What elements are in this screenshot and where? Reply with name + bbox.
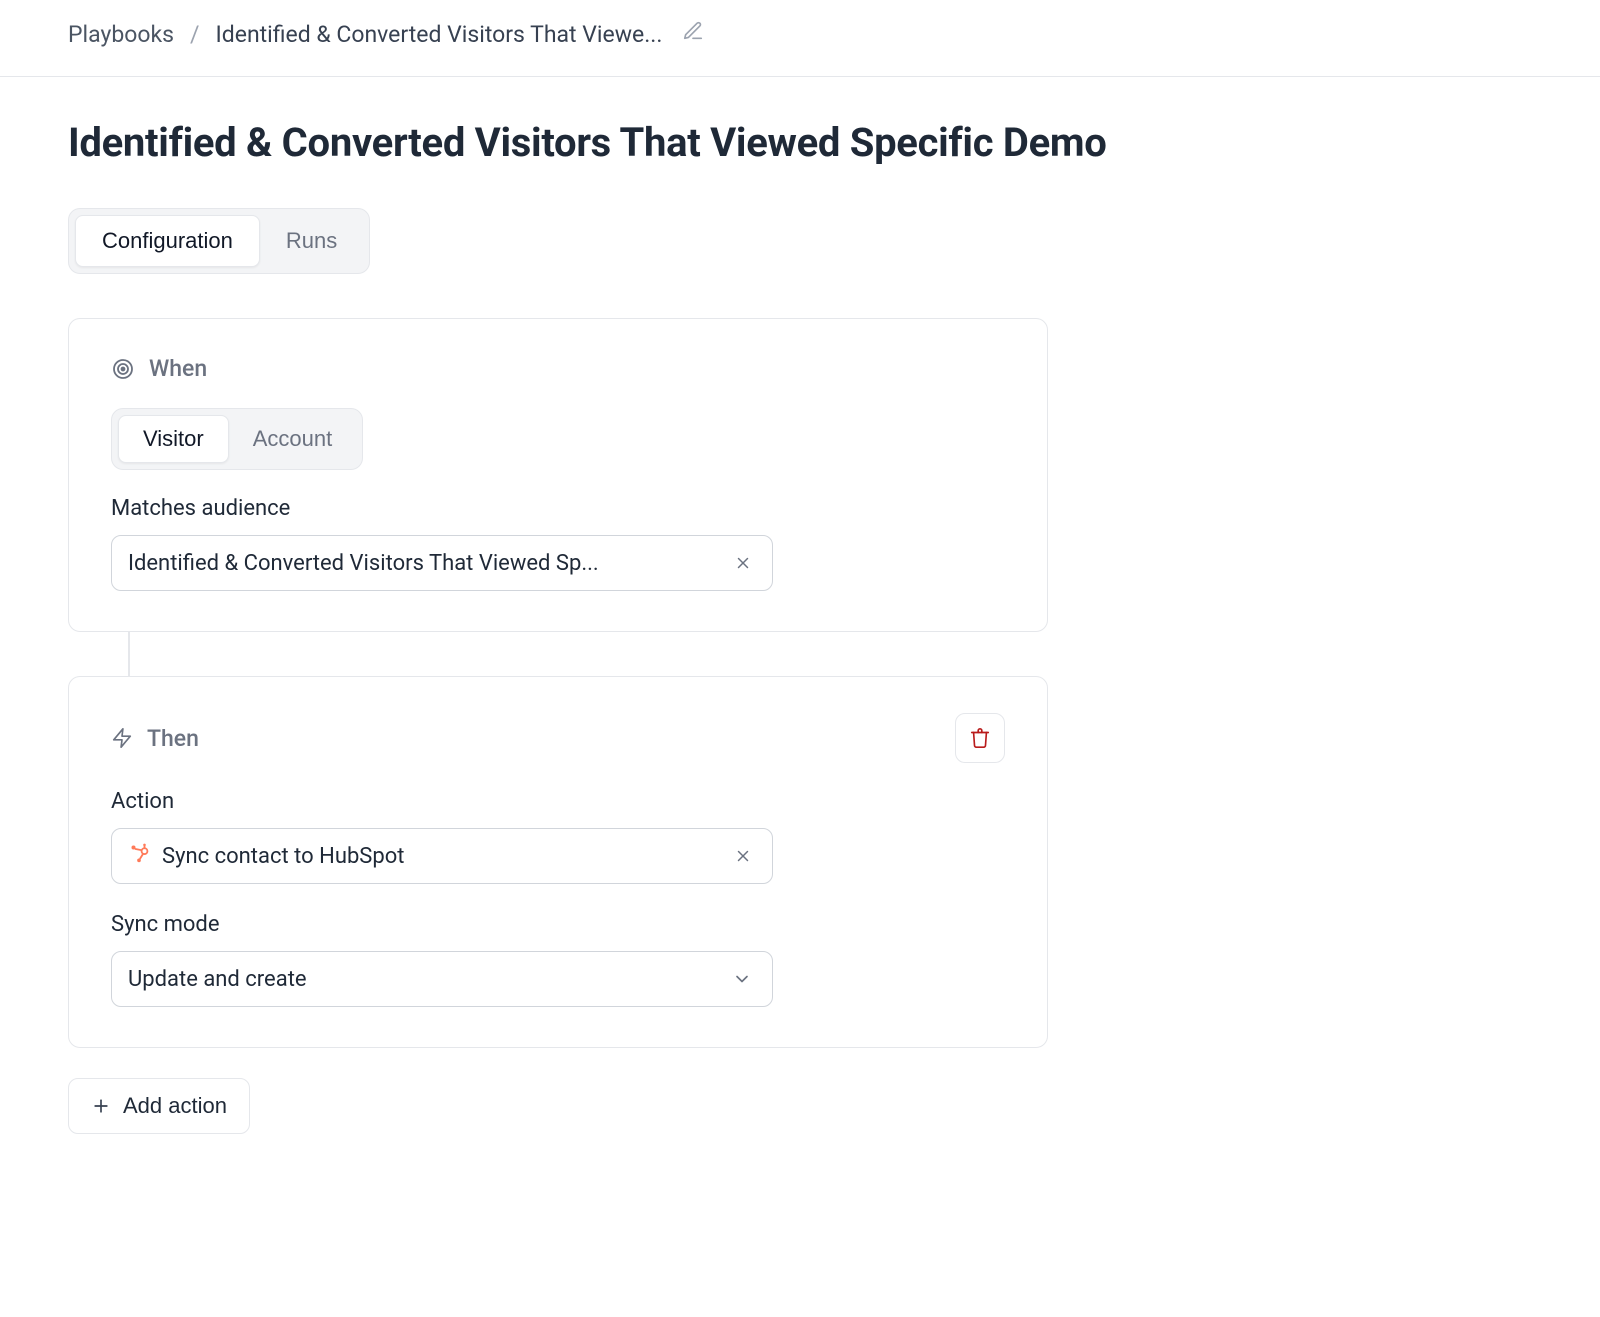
add-action-label: Add action	[123, 1093, 227, 1119]
sync-mode-open-button[interactable]	[728, 965, 756, 993]
close-icon	[734, 554, 752, 572]
add-action-button[interactable]: Add action	[68, 1078, 250, 1134]
action-select[interactable]: Sync contact to HubSpot	[111, 828, 773, 884]
audience-select[interactable]: Identified & Converted Visitors That Vie…	[111, 535, 773, 591]
delete-action-button[interactable]	[955, 713, 1005, 763]
when-label: When	[149, 355, 207, 382]
tab-runs[interactable]: Runs	[260, 215, 363, 267]
tab-configuration[interactable]: Configuration	[75, 215, 260, 267]
page-title: Identified & Converted Visitors That Vie…	[68, 119, 1532, 166]
breadcrumb-current: Identified & Converted Visitors That Vie…	[216, 21, 663, 48]
sync-mode-select[interactable]: Update and create	[111, 951, 773, 1007]
when-card: When Visitor Account Matches audience Id…	[68, 318, 1048, 632]
card-connector	[128, 632, 130, 676]
action-clear-button[interactable]	[730, 843, 756, 869]
entity-account-button[interactable]: Account	[229, 415, 357, 463]
action-label: Action	[111, 789, 1005, 814]
then-label: Then	[147, 725, 199, 752]
then-header: Then	[111, 725, 199, 752]
entity-visitor-button[interactable]: Visitor	[118, 415, 229, 463]
action-select-value: Sync contact to HubSpot	[162, 844, 404, 869]
edit-title-button[interactable]	[682, 20, 704, 48]
target-icon	[111, 357, 135, 381]
audience-select-value: Identified & Converted Visitors That Vie…	[128, 551, 599, 576]
breadcrumb: Playbooks / Identified & Converted Visit…	[0, 0, 1600, 77]
close-icon	[734, 847, 752, 865]
plus-icon	[91, 1096, 111, 1116]
audience-clear-button[interactable]	[730, 550, 756, 576]
chevron-down-icon	[732, 969, 752, 989]
lightning-icon	[111, 727, 133, 749]
pencil-icon	[682, 20, 704, 42]
then-card: Then Action Sync contact to HubSpot	[68, 676, 1048, 1048]
sync-mode-select-value: Update and create	[128, 967, 307, 992]
when-header: When	[111, 355, 1005, 382]
tabs: Configuration Runs	[68, 208, 370, 274]
breadcrumb-separator: /	[190, 21, 200, 48]
sync-mode-label: Sync mode	[111, 912, 1005, 937]
trash-icon	[969, 727, 991, 749]
breadcrumb-root-link[interactable]: Playbooks	[68, 21, 174, 48]
matches-audience-label: Matches audience	[111, 496, 1005, 521]
entity-toggle: Visitor Account	[111, 408, 363, 470]
hubspot-icon	[128, 842, 150, 870]
